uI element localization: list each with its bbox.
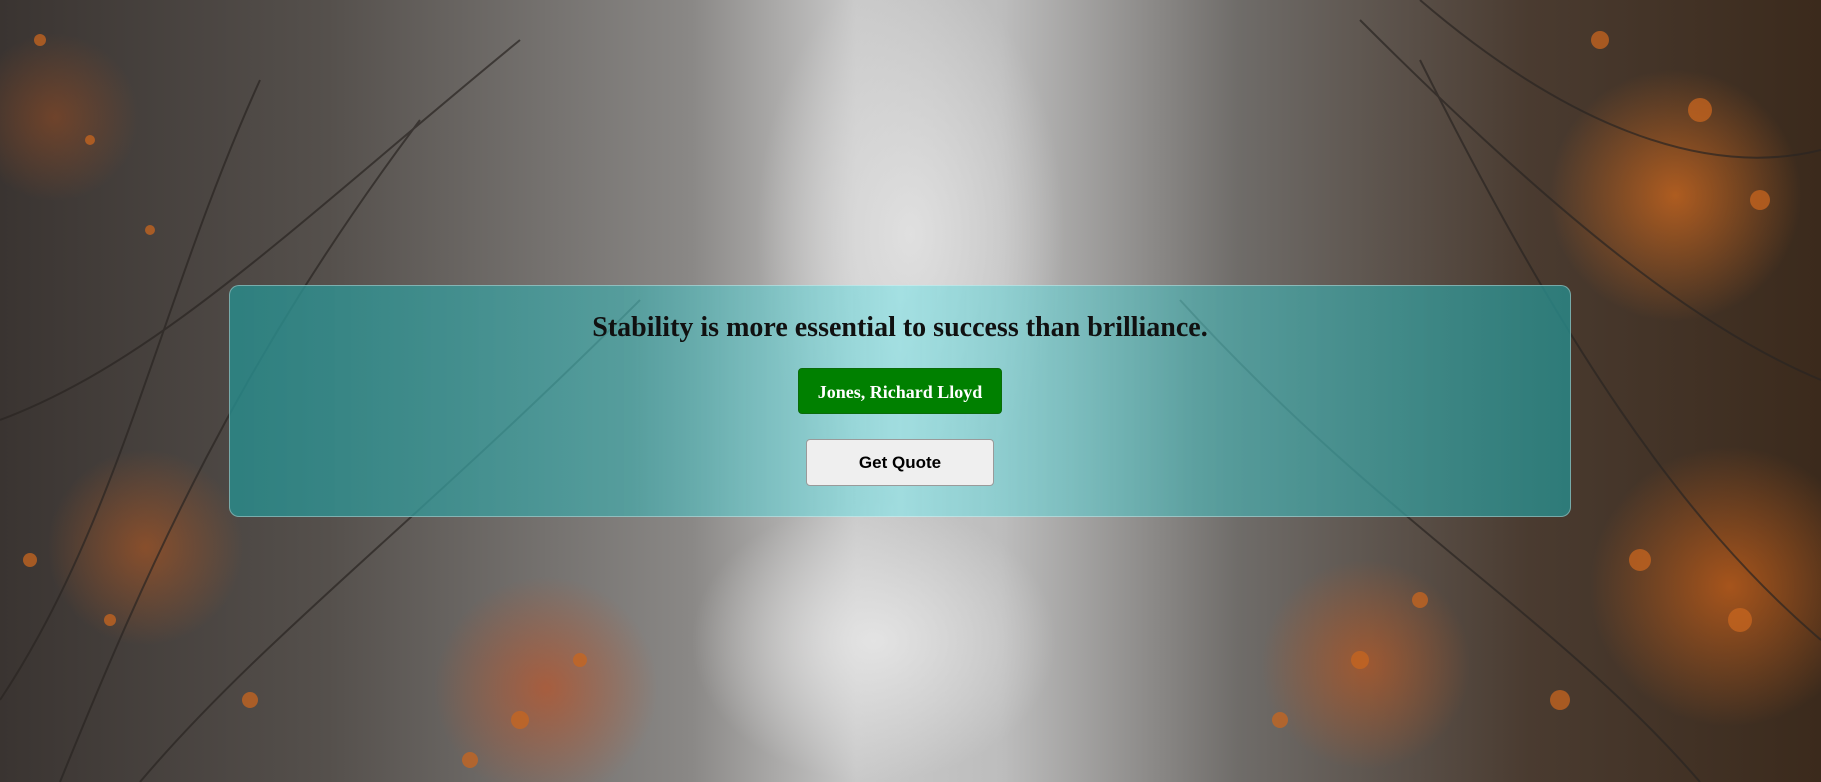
quote-card: Stability is more essential to success t… — [229, 285, 1571, 517]
get-quote-button[interactable]: Get Quote — [806, 439, 994, 486]
author-button[interactable]: Jones, Richard Lloyd — [797, 368, 1003, 414]
quote-text: Stability is more essential to success t… — [592, 312, 1208, 343]
